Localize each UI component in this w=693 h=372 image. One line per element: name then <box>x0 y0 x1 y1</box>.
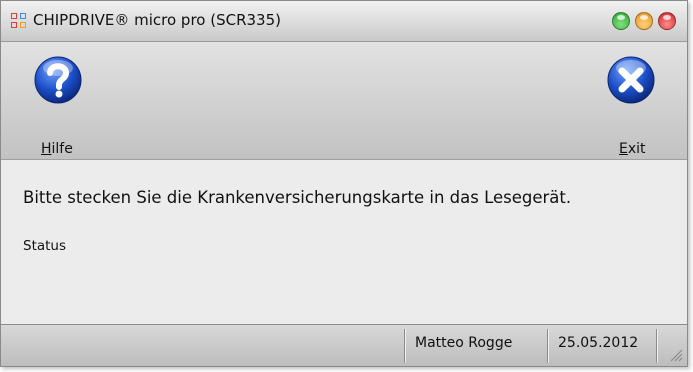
status-bar: Matteo Rogge 25.05.2012 <box>1 324 687 366</box>
status-separator <box>547 329 549 363</box>
app-grid-icon <box>11 13 27 29</box>
exit-label: Exit <box>619 141 646 157</box>
resize-grip-icon[interactable] <box>669 348 683 362</box>
content-area: Bitte stecken Sie die Krankenversicherun… <box>1 160 687 324</box>
status-separator <box>404 329 406 363</box>
toolbar: Hilfe Exit <box>1 42 687 160</box>
exit-button[interactable]: Exit <box>601 55 661 157</box>
date-display: 25.05.2012 <box>558 335 639 351</box>
instruction-message: Bitte stecken Sie die Krankenversicherun… <box>23 188 572 207</box>
maximize-button[interactable] <box>635 12 653 30</box>
title-bar[interactable]: CHIPDRIVE® micro pro (SCR335) <box>1 1 687 42</box>
minimize-button[interactable] <box>612 12 630 30</box>
close-x-icon <box>607 56 655 104</box>
status-label: Status <box>23 238 67 254</box>
app-window: CHIPDRIVE® micro pro (SCR335) Hilfe Exit… <box>0 0 688 367</box>
question-icon <box>34 56 82 104</box>
status-separator <box>656 329 658 363</box>
user-name: Matteo Rogge <box>415 335 513 351</box>
close-window-button[interactable] <box>658 12 676 30</box>
help-button[interactable]: Hilfe <box>28 55 88 157</box>
window-title: CHIPDRIVE® micro pro (SCR335) <box>33 11 281 29</box>
help-label: Hilfe <box>41 141 73 157</box>
